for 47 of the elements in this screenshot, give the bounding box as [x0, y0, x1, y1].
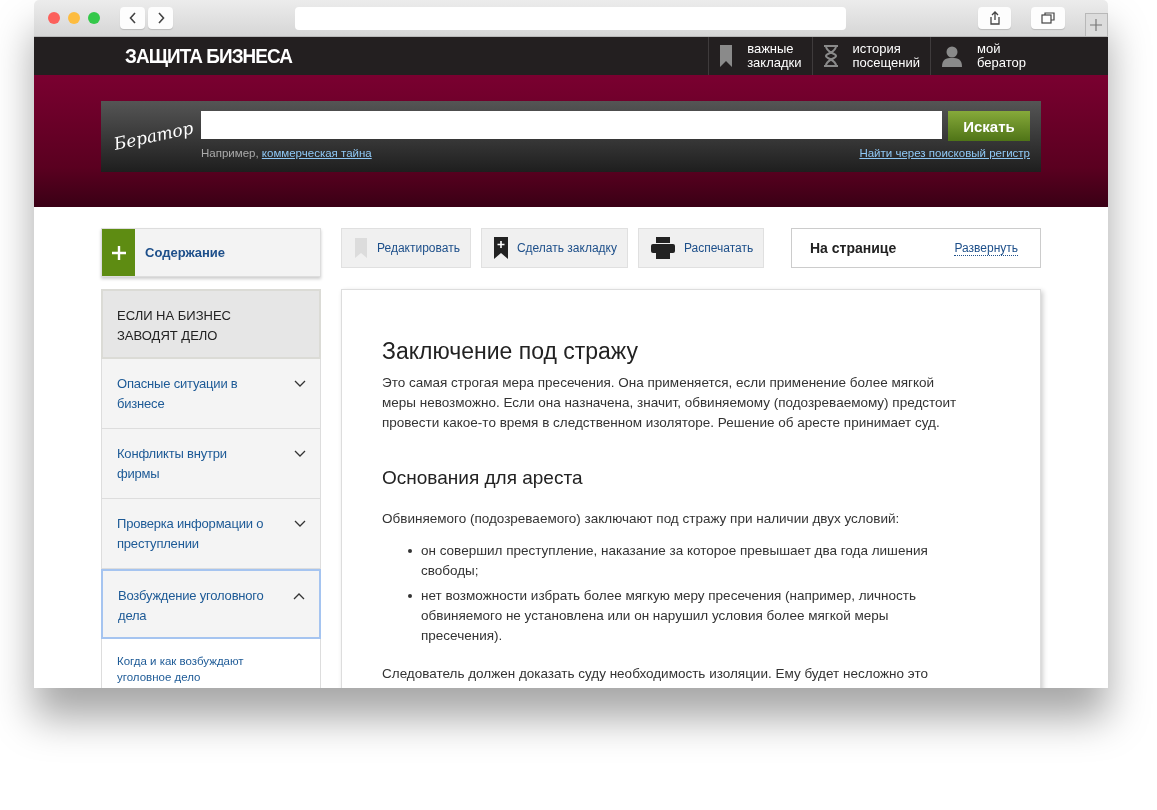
- list-item-text: он совершил преступление, наказание за которое превышает два года лишения свободы;: [421, 542, 929, 580]
- back-button[interactable]: [120, 7, 145, 29]
- forward-button[interactable]: [148, 7, 173, 29]
- body-paragraph: Следователь должен доказать суду необходимость изоляции. Ему будет несложно это: [382, 665, 929, 683]
- person-icon: [941, 45, 963, 67]
- lead-paragraph: Обвиняемого (подозреваемого) заключают под стражу при наличии двух условий:: [382, 510, 901, 528]
- expand-link[interactable]: Развернуть: [954, 240, 1018, 256]
- share-icon: [988, 11, 1001, 25]
- intro-paragraph: Это самая строгая мера пресечения. Она применяется, если применение более мягкой меры невозможно. Если она назначена, значит, обвиняемому (подозреваемому) предстоит провести какое-то время в следственном изоляторе. Решение об аресте принимает суд.: [382, 374, 958, 432]
- section-title: Основания для ареста: [382, 467, 584, 489]
- bullet-icon: [408, 549, 412, 553]
- list-item-text: нет возможности избрать более мягкую меру пресечения (например, личность обвиняемого не установлена или он нарушил условия более мягкой меры пресечения).: [421, 587, 918, 645]
- sidebar-item[interactable]: Проверка информации о преступлении: [101, 499, 321, 569]
- hourglass-icon: [822, 45, 839, 67]
- close-window-button[interactable]: [48, 12, 60, 24]
- bullet-icon: [408, 594, 412, 598]
- register-search-link[interactable]: Найти через поисковый регистр: [859, 147, 1030, 159]
- contents-button[interactable]: Содержание: [101, 228, 321, 277]
- example-link[interactable]: коммерческая тайна: [261, 147, 372, 159]
- sidebar-subitem[interactable]: Когда и как возбуждают уголовное дело: [101, 639, 321, 688]
- search-field[interactable]: [201, 111, 942, 139]
- sidebar-item[interactable]: Опасные ситуации в бизнесе: [101, 359, 321, 429]
- printer-icon: [650, 237, 675, 259]
- article-title: Заключение под стражу: [382, 338, 639, 365]
- minimize-window-button[interactable]: [68, 12, 80, 24]
- toolbar-button[interactable]: Сделать закладку: [480, 228, 628, 268]
- search-hint: Например, коммерческая тайна: [201, 147, 372, 159]
- toolbar-button[interactable]: Распечатать: [637, 228, 765, 268]
- bookmark-plus-icon: [493, 237, 508, 259]
- sidebar-item[interactable]: Возбуждение уголовного дела: [101, 569, 321, 639]
- plus-icon: [1090, 19, 1103, 31]
- forward-icon: [156, 12, 165, 24]
- tabs-icon: [1041, 12, 1055, 24]
- share-button[interactable]: [978, 7, 1012, 29]
- address-field[interactable]: [295, 6, 847, 30]
- zoom-window-button[interactable]: [88, 12, 100, 24]
- new-tab-button[interactable]: [1084, 13, 1108, 36]
- sidebar-item[interactable]: Конфликты внутри фирмы: [101, 429, 321, 499]
- on-page-title: На странице: [810, 240, 897, 256]
- section-heading: ЕСЛИ НА БИЗНЕС ЗАВОДЯТ ДЕЛО: [101, 289, 321, 359]
- tabs-button[interactable]: [1031, 7, 1065, 29]
- logo: Бератор: [111, 116, 197, 154]
- plus-icon: [102, 229, 135, 276]
- back-icon: [128, 12, 137, 24]
- bookmark-icon: [719, 45, 734, 67]
- search-button[interactable]: Искать: [948, 111, 1030, 141]
- site-title[interactable]: ЗАЩИТА БИЗНЕСА: [125, 44, 293, 68]
